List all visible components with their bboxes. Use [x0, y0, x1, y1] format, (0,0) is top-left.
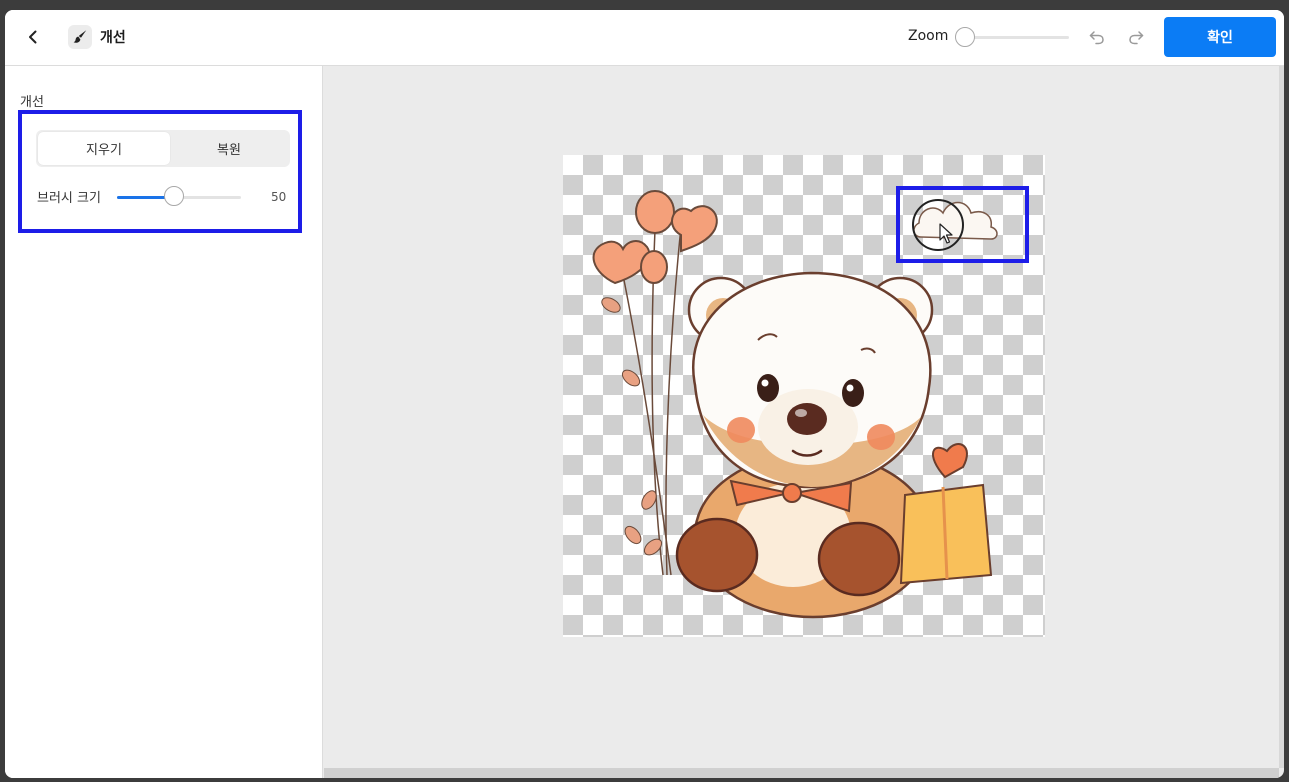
sidebar: 개선 지우기 복원 브러시 크기 50 — [5, 66, 323, 778]
brush-size-value: 50 — [271, 190, 287, 204]
vertical-scrollbar[interactable] — [1279, 66, 1284, 768]
undo-button[interactable] — [1086, 26, 1108, 48]
mode-toggle: 지우기 복원 — [36, 130, 290, 167]
redo-icon — [1129, 31, 1144, 45]
brush-icon — [68, 25, 92, 49]
chevron-left-icon — [29, 30, 37, 44]
page-title: 개선 — [100, 30, 126, 46]
editor-window: 개선 Zoom 확인 개선 지우기 복원 브러시 크기 50 — [5, 10, 1284, 778]
erase-mode-button[interactable]: 지우기 — [38, 132, 170, 165]
top-bar: 개선 Zoom 확인 — [5, 10, 1284, 66]
brush-size-slider[interactable] — [117, 186, 241, 208]
redo-button[interactable] — [1125, 26, 1147, 48]
zoom-label: Zoom — [908, 28, 949, 44]
panel-highlight-box — [18, 110, 302, 233]
undo-icon — [1089, 31, 1104, 45]
restore-mode-button[interactable]: 복원 — [170, 132, 288, 165]
confirm-button[interactable]: 확인 — [1164, 17, 1276, 57]
horizontal-scrollbar[interactable] — [324, 768, 1279, 778]
back-button[interactable] — [21, 25, 45, 49]
zoom-slider-thumb[interactable] — [955, 27, 975, 47]
sidebar-heading: 개선 — [20, 95, 44, 110]
zoom-slider[interactable] — [955, 27, 1069, 47]
brush-slider-thumb[interactable] — [164, 186, 184, 206]
brush-size-label: 브러시 크기 — [37, 191, 101, 206]
mouse-pointer-icon — [939, 223, 953, 244]
canvas-area[interactable] — [324, 66, 1279, 768]
